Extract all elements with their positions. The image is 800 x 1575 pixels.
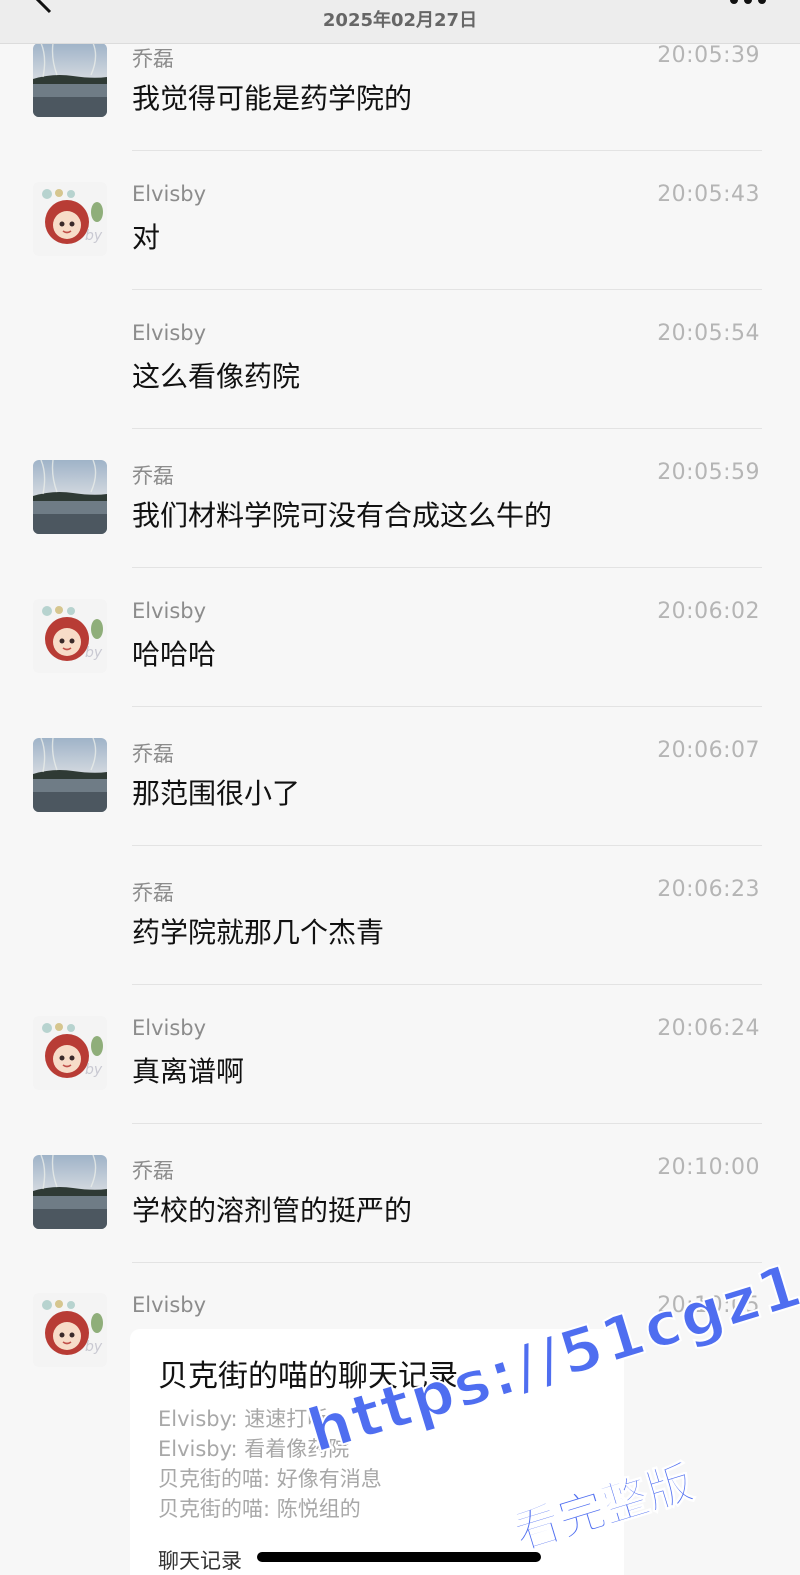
card-footer-label: 聊天记录 <box>158 1549 242 1573</box>
message-item: by Elvisby 20:05:43 对 <box>0 182 800 320</box>
message-time: 20:06:07 <box>657 738 760 763</box>
svg-text:by: by <box>85 645 103 661</box>
message-divider <box>132 289 762 290</box>
landscape-avatar-image <box>33 1155 107 1229</box>
chat-date: 2025年02月27日 <box>322 10 478 31</box>
message-text[interactable]: 哈哈哈 <box>132 633 216 673</box>
sender-name: 乔磊 <box>132 464 174 488</box>
landscape-avatar[interactable] <box>33 1155 107 1229</box>
landscape-avatar-image <box>33 460 107 534</box>
message-divider <box>132 1262 762 1263</box>
message-item: 乔磊 20:05:59 我们材料学院可没有合成这么牛的 <box>0 460 800 598</box>
cartoon-girl-avatar-image: by <box>33 1016 107 1090</box>
message-text[interactable]: 学校的溶剂管的挺严的 <box>132 1189 412 1229</box>
cartoon-girl-avatar-image: by <box>33 599 107 673</box>
message-text[interactable]: 药学院就那几个杰青 <box>132 911 384 951</box>
message-time: 20:05:59 <box>657 460 760 485</box>
landscape-avatar-image <box>33 738 107 812</box>
sender-name: 乔磊 <box>132 742 174 766</box>
message-item: Elvisby 20:05:54 这么看像药院 <box>0 321 800 459</box>
message-item: by Elvisby 20:06:24 真离谱啊 <box>0 1016 800 1154</box>
sender-name: 乔磊 <box>132 1159 174 1183</box>
message-text[interactable]: 对 <box>132 216 160 256</box>
message-divider <box>132 845 762 846</box>
svg-text:by: by <box>85 1339 103 1355</box>
message-time: 20:10:00 <box>657 1155 760 1180</box>
svg-text:by: by <box>85 228 103 244</box>
card-preview-line: 贝克街的喵: 好像有消息 <box>158 1467 382 1491</box>
more-options-icon[interactable] <box>728 0 768 8</box>
message-time: 20:05:43 <box>657 182 760 207</box>
chat-history-page: 2025年02月27日 乔磊 20:05:39 我觉得可能是药学院的 by Elvisb… <box>0 0 800 1575</box>
sender-name: Elvisby <box>132 599 207 623</box>
message-item: 乔磊 20:05:39 我觉得可能是药学院的 <box>0 43 800 181</box>
cartoon-girl-avatar[interactable]: by <box>33 1016 107 1090</box>
message-time: 20:05:39 <box>657 43 760 68</box>
sender-name: Elvisby <box>132 321 207 345</box>
message-text[interactable]: 那范围很小了 <box>132 772 300 812</box>
message-time: 20:05:54 <box>657 321 760 346</box>
message-item: by Elvisby 20:06:02 哈哈哈 <box>0 599 800 737</box>
landscape-avatar[interactable] <box>33 43 107 117</box>
sender-name: Elvisby <box>132 182 207 206</box>
message-item: 乔磊 20:10:00 学校的溶剂管的挺严的 <box>0 1155 800 1293</box>
sender-name: 乔磊 <box>132 47 174 71</box>
message-divider <box>132 428 762 429</box>
card-preview-line: 贝克街的喵: 陈悦组的 <box>158 1497 361 1521</box>
message-item: 乔磊 20:06:07 那范围很小了 <box>0 738 800 876</box>
message-divider <box>132 706 762 707</box>
message-time: 20:06:24 <box>657 1016 760 1041</box>
landscape-avatar-image <box>33 43 107 117</box>
cartoon-girl-avatar-image: by <box>33 1293 107 1367</box>
sender-name: Elvisby <box>132 1293 207 1317</box>
sender-name: 乔磊 <box>132 881 174 905</box>
message-item: 乔磊 20:06:23 药学院就那几个杰青 <box>0 877 800 1015</box>
home-indicator[interactable] <box>257 1552 541 1562</box>
message-divider <box>132 984 762 985</box>
cartoon-girl-avatar[interactable]: by <box>33 1293 107 1367</box>
sender-name: Elvisby <box>132 1016 207 1040</box>
message-text[interactable]: 我们材料学院可没有合成这么牛的 <box>132 494 552 534</box>
landscape-avatar[interactable] <box>33 738 107 812</box>
svg-text:by: by <box>85 1062 103 1078</box>
message-divider <box>132 150 762 151</box>
message-text[interactable]: 真离谱啊 <box>132 1050 244 1090</box>
message-time: 20:06:23 <box>657 877 760 902</box>
landscape-avatar[interactable] <box>33 460 107 534</box>
message-divider <box>132 1123 762 1124</box>
message-time: 20:06:02 <box>657 599 760 624</box>
top-bar: 2025年02月27日 <box>0 0 800 44</box>
cartoon-girl-avatar[interactable]: by <box>33 182 107 256</box>
message-text[interactable]: 我觉得可能是药学院的 <box>132 77 412 117</box>
message-divider <box>132 567 762 568</box>
message-text[interactable]: 这么看像药院 <box>132 355 300 395</box>
cartoon-girl-avatar-image: by <box>33 182 107 256</box>
cartoon-girl-avatar[interactable]: by <box>33 599 107 673</box>
